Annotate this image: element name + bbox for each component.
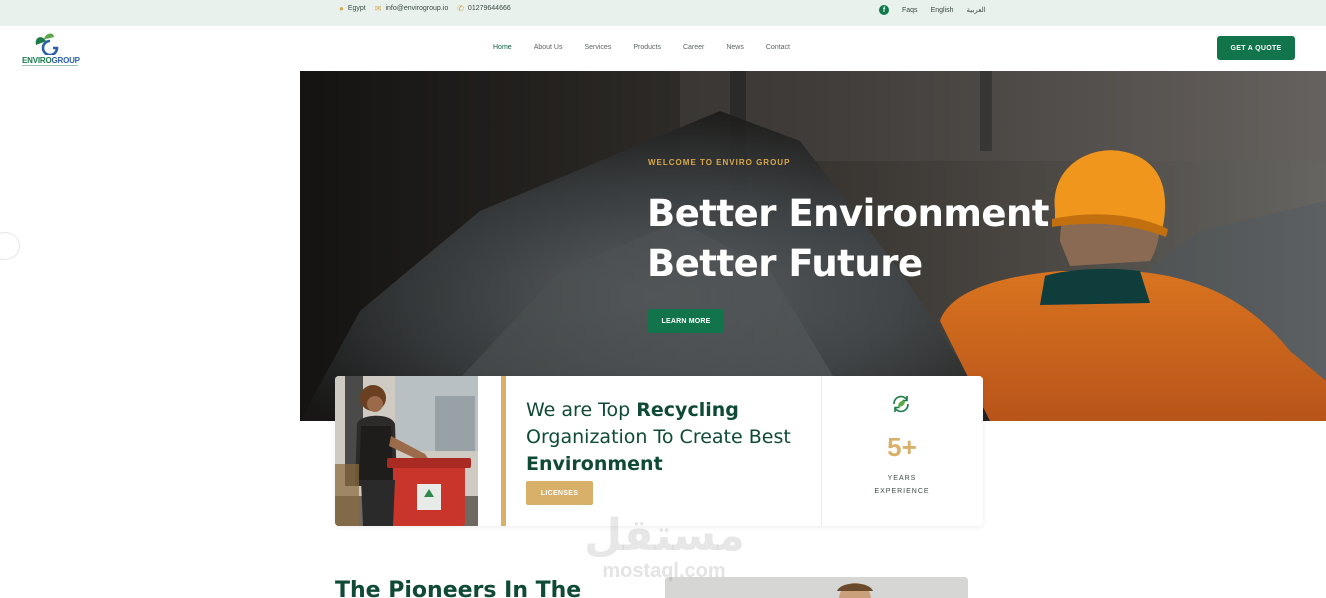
top-info-bar: ● Egypt ✉ info@envirogroup.io ✆ 01279644… (0, 0, 1326, 26)
experience-label-line-2: EXPERIENCE (874, 488, 930, 495)
licenses-button[interactable]: LICENSES (526, 481, 593, 505)
headline-part-d: Environment (526, 453, 663, 475)
learn-more-button[interactable]: LEARN MORE (648, 309, 724, 333)
mail-icon: ✉ (374, 4, 382, 13)
phone-item[interactable]: ✆ 01279644666 (457, 4, 511, 13)
experience-label-line-1: YEARS (887, 475, 917, 482)
location-item: ● Egypt (339, 4, 366, 13)
location-text: Egypt (347, 5, 366, 12)
main-nav: Home About Us Services Products Career N… (493, 44, 790, 51)
contact-info: ● Egypt ✉ info@envirogroup.io ✆ 01279644… (339, 4, 511, 13)
nav-about-us[interactable]: About Us (534, 44, 563, 51)
location-pin-icon: ● (339, 4, 344, 13)
hero-kicker: WELCOME TO ENVIRO GROUP (648, 158, 791, 167)
language-english-link[interactable]: English (931, 7, 954, 14)
logo-wordmark: ENVIROGROUP (22, 56, 80, 65)
recycling-woman-photo (335, 376, 478, 526)
section-heading: The Pioneers In The (335, 578, 582, 598)
headline-part-b: Recycling (636, 399, 739, 421)
logo-tagline-line (22, 65, 78, 66)
about-card: We are Top Recycling Organization To Cre… (335, 376, 983, 526)
recycle-leaf-icon (893, 395, 909, 413)
email-item[interactable]: ✉ info@envirogroup.io (375, 4, 448, 13)
main-header: ENVIROGROUP Home About Us Services Produ… (0, 26, 1326, 71)
hero-title: Better Environment Better Future (647, 192, 1050, 285)
accent-bar (501, 376, 506, 526)
facebook-icon[interactable]: f (879, 5, 889, 15)
section-image (665, 577, 968, 598)
language-arabic-link[interactable]: العربية (967, 6, 986, 14)
hero-banner: WELCOME TO ENVIRO GROUP Better Environme… (300, 71, 1326, 421)
get-a-quote-button[interactable]: GET A QUOTE (1217, 36, 1295, 60)
phone-icon: ✆ (457, 4, 464, 13)
nav-services[interactable]: Services (584, 44, 611, 51)
section-image-art (665, 577, 968, 598)
nav-career[interactable]: Career (683, 44, 704, 51)
nav-products[interactable]: Products (633, 44, 661, 51)
site-logo[interactable]: ENVIROGROUP (22, 31, 80, 67)
nav-home[interactable]: Home (493, 44, 512, 51)
experience-years-value: 5+ (887, 432, 917, 462)
logo-text-b: GROUP (51, 56, 80, 65)
nav-contact[interactable]: Contact (766, 44, 790, 51)
logo-text-a: ENVIRO (22, 56, 52, 65)
experience-label: YEARS EXPERIENCE (821, 472, 983, 498)
nav-news[interactable]: News (726, 44, 744, 51)
side-scroll-handle[interactable] (0, 232, 20, 260)
headline-part-a: We are Top (526, 399, 637, 421)
headline-part-c: Organization To Create Best (526, 426, 791, 448)
faqs-link[interactable]: Faqs (902, 7, 918, 14)
logo-leaf-icon (35, 33, 59, 55)
phone-text[interactable]: 01279644666 (468, 5, 511, 12)
topbar-links: f Faqs English العربية (879, 5, 986, 15)
email-text[interactable]: info@envirogroup.io (385, 5, 448, 12)
about-headline: We are Top Recycling Organization To Cre… (526, 397, 816, 478)
